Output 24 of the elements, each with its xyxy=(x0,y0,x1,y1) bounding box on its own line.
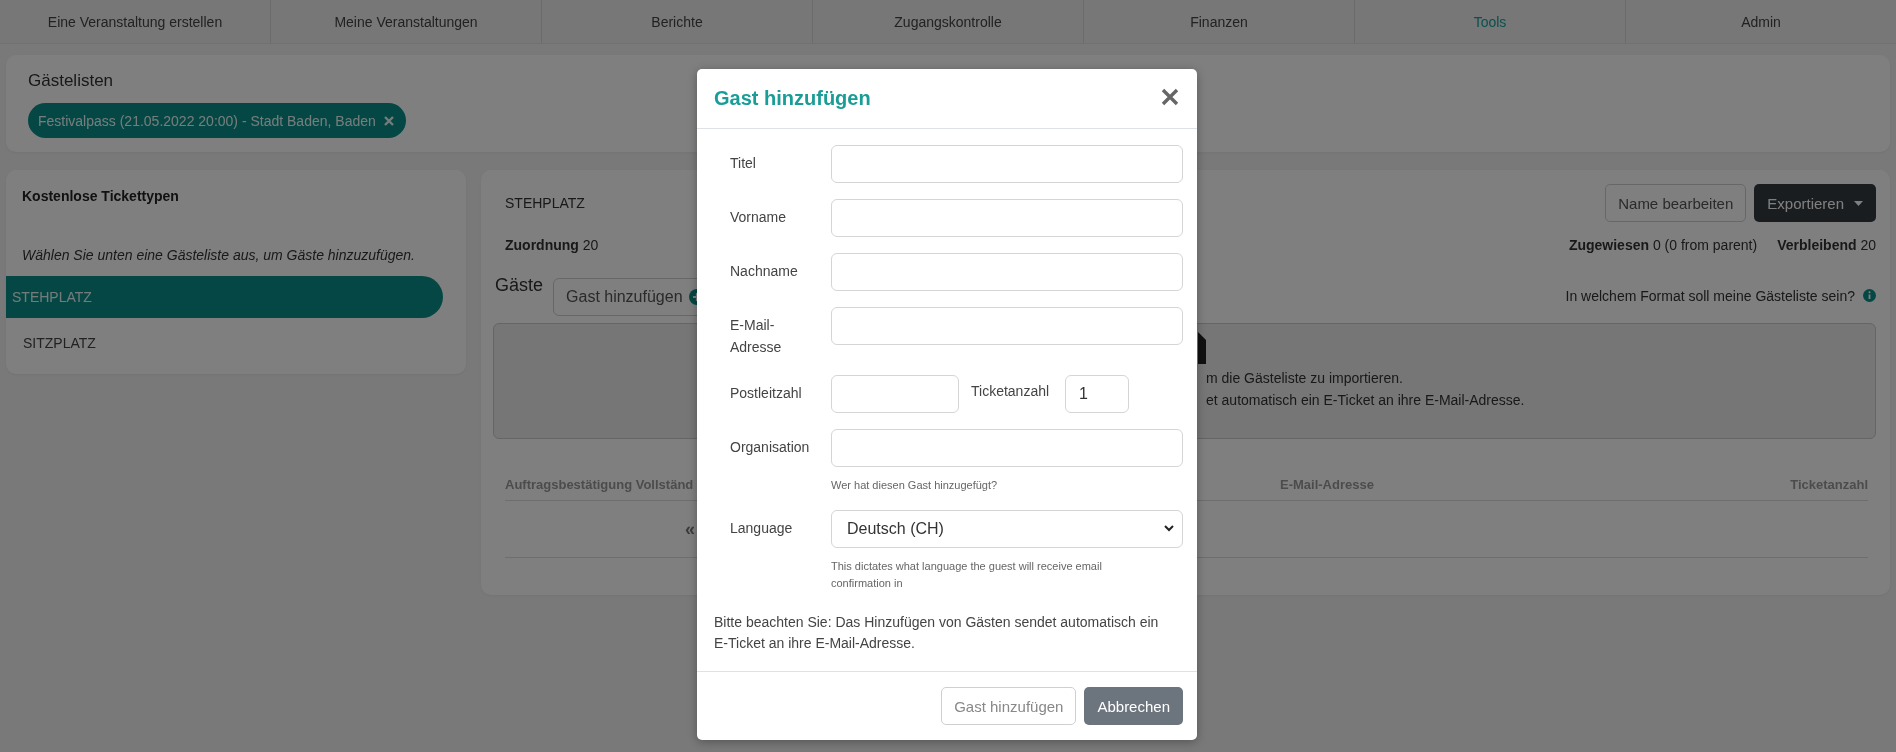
help-text: Wer hat diesen Gast hinzugefügt? xyxy=(831,477,999,493)
field-label: E-Mail-Adresse xyxy=(729,316,783,357)
dropzone-text: et automatisch ein E-Ticket an ihre E-Mail-Adresse. xyxy=(1206,392,1526,408)
field-label: Titel xyxy=(729,154,757,174)
allocation-text: Zuordnung 20 xyxy=(505,237,599,253)
card-title: Kostenlose Tickettypen xyxy=(21,188,180,204)
field-label: Nachname xyxy=(729,262,799,282)
ticket-type-name: STEHPLATZ xyxy=(505,195,585,211)
field-label: Postleitzahl xyxy=(729,383,803,403)
help-text: This dictates what language the guest will receive email confirmation in xyxy=(831,558,1103,591)
dialog-title: Gast hinzufügen xyxy=(714,87,871,111)
section-title: Gästelisten xyxy=(28,71,115,91)
stat-text: Verbleibend 20 xyxy=(1777,237,1876,253)
format-question: In welchem Format soll meine Gästeliste sein? xyxy=(1565,287,1855,304)
dropzone-text: m die Gästeliste zu importieren. xyxy=(1206,370,1404,386)
field-label: Organisation xyxy=(729,437,811,457)
chip-label: Festivalpass (21.05.2022 20:00) - Stadt Baden, Baden xyxy=(38,112,376,129)
field-label: Language xyxy=(729,518,794,538)
field-label: Vorname xyxy=(729,208,788,228)
note-text: Bitte beachten Sie: Das Hinzufügen von Gästen sendet automatisch ein E-Ticket an ihre E-Mail-Adresse. xyxy=(714,612,1160,654)
field-label: Ticketanzahl xyxy=(971,381,1051,399)
guests-heading: Gäste xyxy=(495,275,544,296)
hint-text: Wählen Sie unten eine Gästeliste aus, um Gäste hinzuzufügen. xyxy=(21,247,416,263)
stat-text: Zugewiesen 0 (0 from parent) xyxy=(1568,237,1758,253)
